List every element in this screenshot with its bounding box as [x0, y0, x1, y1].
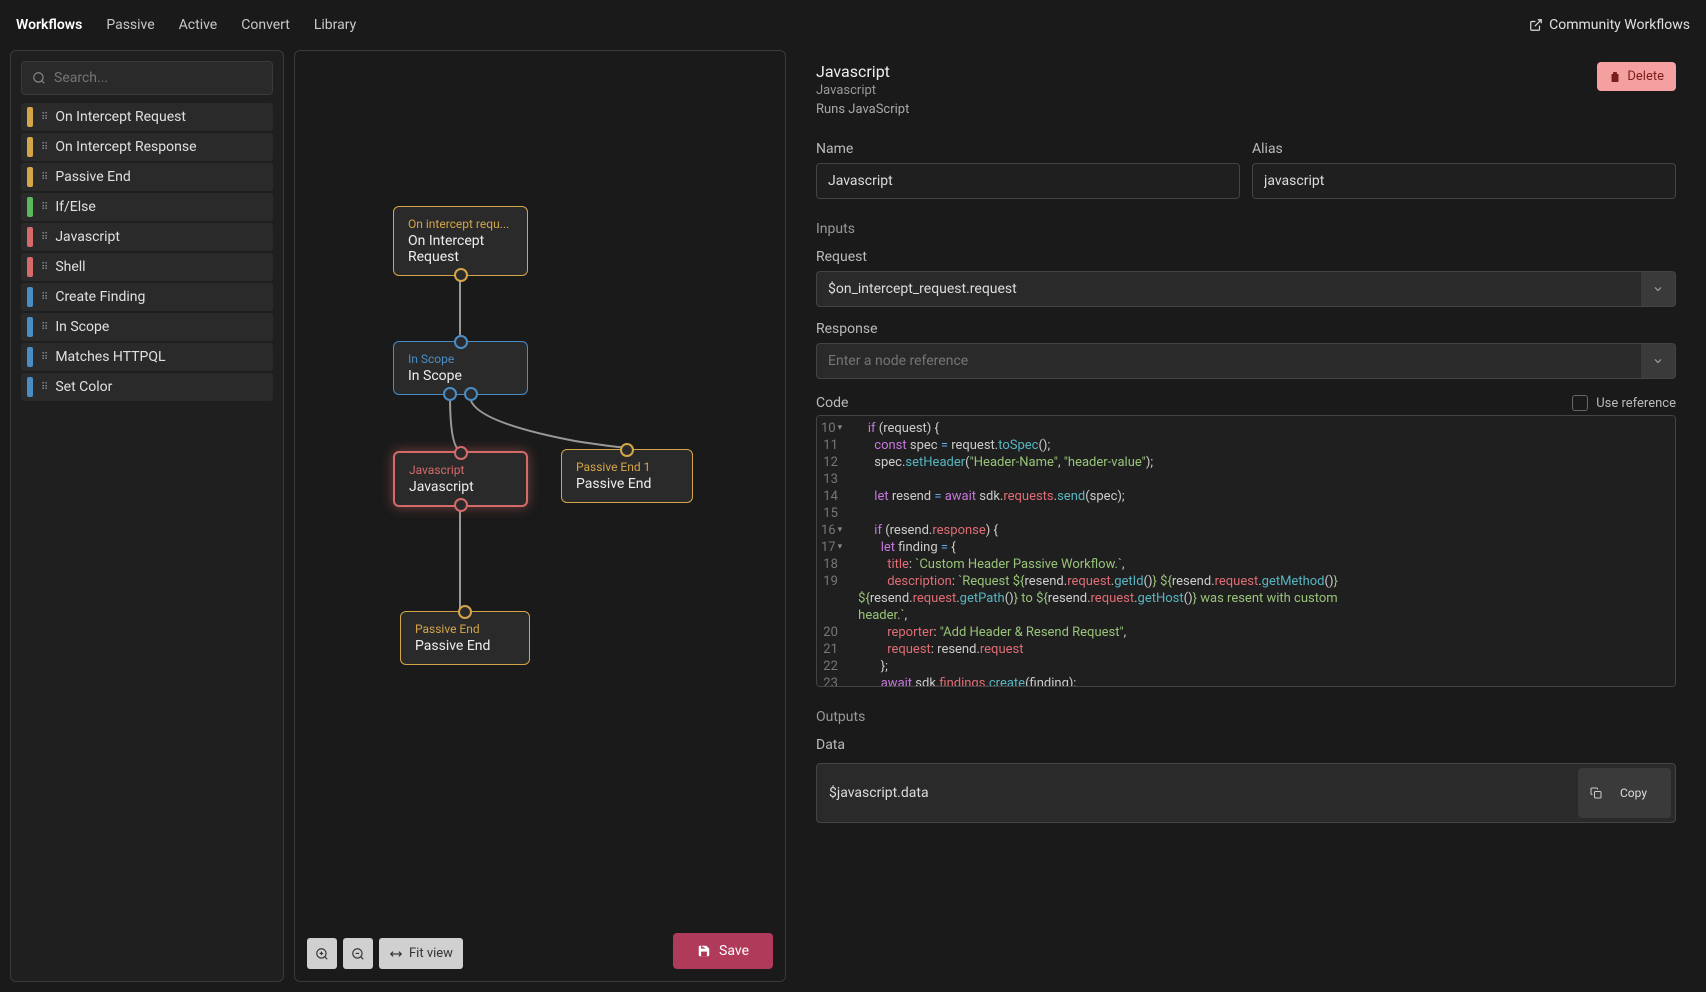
alias-label: Alias	[1252, 141, 1676, 157]
external-link-icon	[1529, 18, 1543, 32]
request-label: Request	[816, 249, 1676, 265]
grip-icon: ⠿	[41, 112, 47, 123]
palette-item[interactable]: ⠿Create Finding	[21, 283, 273, 311]
palette-item[interactable]: ⠿In Scope	[21, 313, 273, 341]
grip-icon: ⠿	[41, 142, 47, 153]
code-editor[interactable]: 10▾11 12 13 14 15 16▾17▾18 19 20 21 22 2…	[816, 415, 1676, 687]
save-button[interactable]: Save	[673, 933, 773, 969]
input-port[interactable]	[454, 335, 468, 349]
detail-title: Javascript	[816, 62, 909, 81]
response-dropdown[interactable]	[816, 343, 1676, 379]
alias-input[interactable]	[1252, 163, 1676, 199]
chevron-down-icon	[1652, 355, 1664, 367]
input-port[interactable]	[620, 443, 634, 457]
delete-button[interactable]: Delete	[1597, 62, 1676, 91]
copy-button[interactable]: Copy	[1578, 768, 1671, 818]
grip-icon: ⠿	[41, 352, 47, 363]
zoom-in-icon	[315, 947, 329, 961]
code-label: Code	[816, 395, 848, 411]
response-dropdown-toggle[interactable]	[1641, 344, 1675, 378]
topbar: Workflows Passive Active Convert Library Com…	[0, 0, 1706, 50]
zoom-out-button[interactable]	[343, 938, 373, 969]
request-dropdown[interactable]	[816, 271, 1676, 307]
output-port[interactable]	[454, 268, 468, 282]
palette-item[interactable]: ⠿Passive End	[21, 163, 273, 191]
response-input[interactable]	[817, 344, 1641, 378]
zoom-out-icon	[351, 947, 365, 961]
outputs-section-label: Outputs	[816, 709, 1676, 725]
data-label: Data	[816, 737, 1676, 753]
node-in-scope[interactable]: In Scope In Scope	[393, 341, 528, 395]
tab-library[interactable]: Library	[314, 11, 356, 39]
grip-icon: ⠿	[41, 262, 47, 273]
grip-icon: ⠿	[41, 292, 47, 303]
search-input[interactable]	[54, 70, 262, 86]
grip-icon: ⠿	[41, 172, 47, 183]
grip-icon: ⠿	[41, 202, 47, 213]
detail-panel: Javascript Javascript Runs JavaScript De…	[796, 50, 1696, 982]
data-value: $javascript.data	[817, 775, 1574, 811]
tab-active[interactable]: Active	[179, 11, 218, 39]
palette-item[interactable]: ⠿Shell	[21, 253, 273, 281]
node-palette: ⠿On Intercept Request⠿On Intercept Respo…	[10, 50, 284, 982]
grip-icon: ⠿	[41, 382, 47, 393]
node-javascript[interactable]: Javascript Javascript	[393, 451, 528, 507]
community-workflows-link[interactable]: Community Workflows	[1529, 17, 1690, 33]
detail-subtitle: Javascript	[816, 83, 909, 98]
palette-item[interactable]: ⠿Set Color	[21, 373, 273, 401]
palette-item[interactable]: ⠿Javascript	[21, 223, 273, 251]
use-reference-checkbox[interactable]: Use reference	[1572, 395, 1676, 411]
request-dropdown-toggle[interactable]	[1641, 272, 1675, 306]
copy-icon	[1590, 787, 1602, 799]
grip-icon: ⠿	[41, 322, 47, 333]
request-input[interactable]	[817, 272, 1641, 306]
output-port-false[interactable]	[464, 387, 478, 401]
output-port-true[interactable]	[443, 387, 457, 401]
trash-icon	[1609, 71, 1621, 83]
fit-icon	[389, 947, 403, 961]
name-label: Name	[816, 141, 1240, 157]
response-label: Response	[816, 321, 1676, 337]
palette-item[interactable]: ⠿On Intercept Request	[21, 103, 273, 131]
tab-workflows[interactable]: Workflows	[16, 11, 82, 39]
search-icon	[32, 71, 46, 85]
palette-item[interactable]: ⠿If/Else	[21, 193, 273, 221]
palette-item[interactable]: ⠿On Intercept Response	[21, 133, 273, 161]
search-box[interactable]	[21, 61, 273, 95]
name-input[interactable]	[816, 163, 1240, 199]
checkbox-box[interactable]	[1572, 395, 1588, 411]
top-tabs: Workflows Passive Active Convert Library	[16, 11, 356, 39]
detail-description: Runs JavaScript	[816, 102, 909, 117]
inputs-section-label: Inputs	[816, 221, 1676, 237]
tab-convert[interactable]: Convert	[241, 11, 290, 39]
input-port[interactable]	[454, 446, 468, 460]
input-port[interactable]	[458, 605, 472, 619]
chevron-down-icon	[1652, 283, 1664, 295]
tab-passive[interactable]: Passive	[106, 11, 154, 39]
palette-item[interactable]: ⠿Matches HTTPQL	[21, 343, 273, 371]
workflow-canvas[interactable]: On intercept requ... On Intercept Reques…	[294, 50, 786, 982]
grip-icon: ⠿	[41, 232, 47, 243]
save-icon	[697, 944, 711, 958]
node-on-intercept-request[interactable]: On intercept requ... On Intercept Reques…	[393, 206, 528, 276]
zoom-in-button[interactable]	[307, 938, 337, 969]
node-passive-end-1[interactable]: Passive End 1 Passive End	[561, 449, 693, 503]
fit-view-button[interactable]: Fit view	[379, 938, 463, 969]
community-label: Community Workflows	[1549, 17, 1690, 33]
output-port[interactable]	[454, 498, 468, 512]
data-output-row: $javascript.data Copy	[816, 763, 1676, 823]
node-passive-end[interactable]: Passive End Passive End	[400, 611, 530, 665]
